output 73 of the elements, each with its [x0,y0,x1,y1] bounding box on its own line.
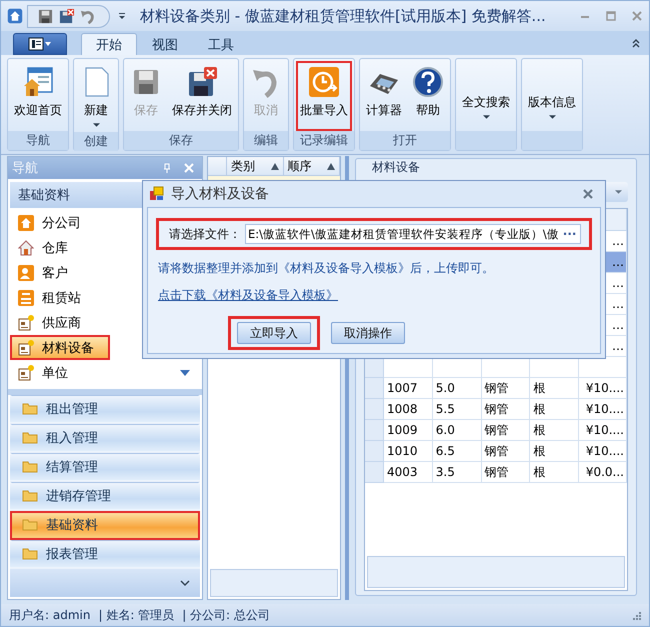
table-cell: ¥10.... [579,399,627,420]
ribbon-button[interactable]: 计算器 [362,61,406,131]
nav-group-button[interactable]: 基础资料 [10,511,200,540]
nav-item[interactable]: 材料设备 [10,335,110,360]
field-label: 请选择文件： [169,226,241,242]
table-cell: 1010 [384,441,433,462]
table-cell: 4003 [384,462,433,483]
table-cell: ¥0.0... [579,462,627,483]
ribbon-button[interactable]: 帮助 [408,61,448,131]
grid-row[interactable]: 1008 5.5 钢管 根 ¥10.... [365,399,627,420]
table-cell: 3.5 [432,462,482,483]
ribbon-button[interactable]: 欢迎首页 [10,61,66,131]
group-label: 记录编辑 [294,131,354,150]
table-cell: 钢管 [482,462,530,483]
table-cell: 根 [530,462,580,483]
table-cell: 根 [530,399,580,420]
column-header[interactable]: 顺序 [284,157,340,175]
hint-text: 请将数据整理并添加到《材料及设备导入模板》后，上传即可。 [158,260,495,277]
ribbon-tab[interactable]: 开始 [81,33,137,55]
group-label: 导航 [8,131,68,150]
browse-button[interactable]: ··· [558,227,580,241]
nav-item[interactable]: 供应商 [10,310,200,335]
nav-group-button[interactable]: 租出管理 [10,395,200,424]
table-cell: 5.5 [432,399,482,420]
group-label: 保存 [124,131,238,150]
download-template-link[interactable]: 点击下载《材料及设备导入模板》 [158,287,338,304]
table-cell: 钢管 [482,441,530,462]
ribbon-tab[interactable]: 工具 [193,33,249,55]
panel-title: 材料设备 [371,159,421,176]
grid-row[interactable]: 1007 5.0 钢管 根 ¥10.... [365,378,627,399]
table-cell: 钢管 [482,420,530,441]
ribbon-button[interactable]: 保存并关闭 [168,61,236,131]
group-title: 基础资料 [18,187,70,204]
table-cell: 钢管 [482,378,530,399]
status-text: | 姓名: 管理员 [98,606,174,624]
table-cell: ¥10.... [579,378,627,399]
table-cell: 1009 [384,420,433,441]
status-text: | 分公司: 总公司 [182,606,270,624]
grid-row[interactable]: 4003 3.5 钢管 根 ¥0.0... [365,462,627,483]
table-cell: 6.0 [432,420,482,441]
ribbon-tab[interactable]: 视图 [137,33,193,55]
dialog-title: 导入材料及设备 [171,185,269,203]
group-label: 创建 [74,132,118,151]
table-cell: 钢管 [482,399,530,420]
ribbon-button[interactable]: 批量导入 [296,61,352,131]
ribbon-button[interactable]: 版本信息 [524,61,580,131]
table-cell: 1007 [384,378,433,399]
grid-row[interactable]: 1009 6.0 钢管 根 ¥10.... [365,420,627,441]
table-cell: ¥10.... [579,420,627,441]
table-cell: 5.0 [432,378,482,399]
grid-row[interactable]: 1010 6.5 钢管 根 ¥10.... [365,441,627,462]
group-label: 打开 [360,131,450,150]
file-path-field[interactable]: E:\傲蓝软件\傲蓝建材租赁管理软件安装程序（专业版）\傲 ··· [245,224,582,244]
pane-title: 导航 [12,160,39,177]
table-cell: 根 [530,420,580,441]
dialog-button[interactable]: 取消操作 [331,322,405,344]
table-cell: 根 [530,441,580,462]
group-label: 编辑 [244,131,288,150]
status-text: 用户名: admin [9,606,90,624]
nav-group-button[interactable]: 结算管理 [10,453,200,482]
nav-group-button[interactable]: 租入管理 [10,424,200,453]
table-cell: 根 [530,378,580,399]
table-cell: 1008 [384,399,433,420]
nav-group-button[interactable]: 报表管理 [10,540,200,569]
dialog-button[interactable]: 立即导入 [237,322,311,344]
nav-group-button[interactable]: 进销存管理 [10,482,200,511]
ribbon-button[interactable]: 新建 [76,61,116,132]
table-cell: 6.5 [432,441,482,462]
ribbon-button[interactable]: 全文搜索 [458,61,514,131]
column-header[interactable]: 类别 [227,157,284,175]
table-cell: ¥10.... [579,441,627,462]
window-title: 材料设备类别 - 傲蓝建材租赁管理软件[试用版本] 免费解答... [140,6,547,26]
nav-item[interactable]: 单位 [10,360,200,385]
